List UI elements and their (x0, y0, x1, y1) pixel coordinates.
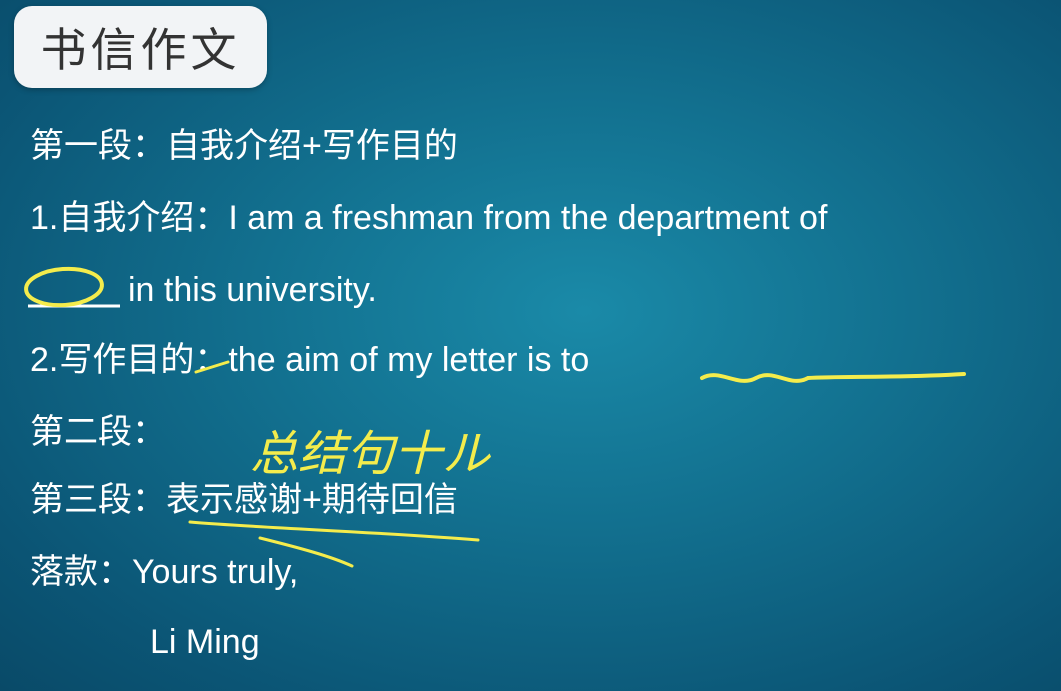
paragraph-1-item-1: 1.自我介绍：I am a freshman from the departme… (30, 199, 828, 237)
paragraph-3-heading: 第三段：表示感谢+期待回信 (30, 481, 458, 519)
paragraph-1-item-1-continued: in this university. (128, 271, 377, 309)
page-title: 书信作文 (40, 23, 241, 77)
paragraph-1-heading: 第一段：自我介绍+写作目的 (30, 127, 458, 165)
title-box: 书信作文 (14, 6, 267, 88)
circle-annotation (24, 266, 104, 308)
wavy-underline (700, 372, 966, 383)
handwritten-note: 总结句十ル (250, 426, 492, 482)
closing-label: 落款：Yours truly, (30, 553, 299, 591)
paragraph-1-item-2: 2.写作目的：the aim of my letter is to (30, 341, 590, 379)
underline-thanks (188, 520, 480, 542)
paragraph-2-heading: 第二段： (30, 413, 166, 451)
signature: Li Ming (150, 623, 260, 661)
